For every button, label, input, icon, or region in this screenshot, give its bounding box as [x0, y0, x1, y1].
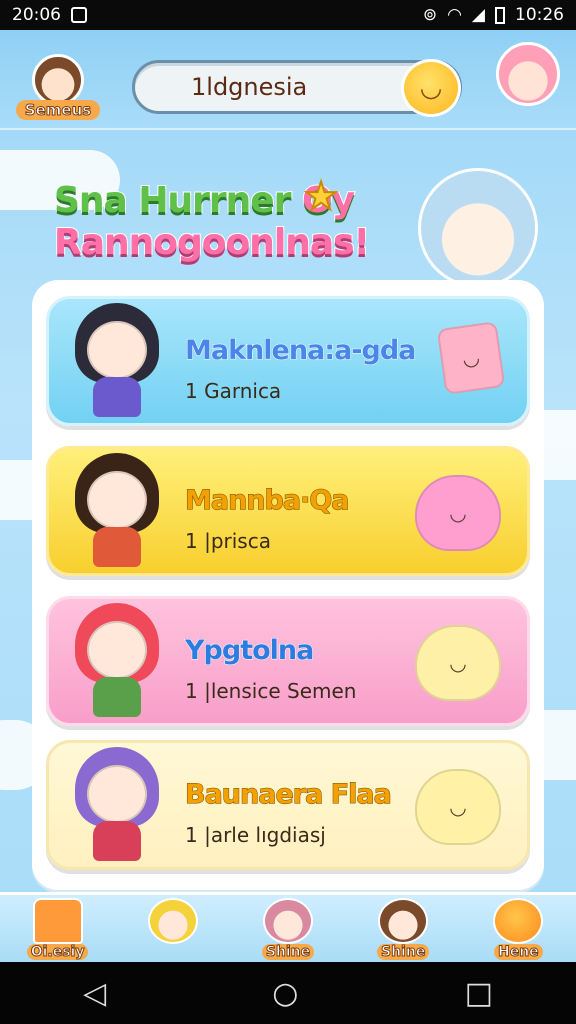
character-portrait [65, 733, 165, 863]
profile-avatar-button[interactable]: Semeus [16, 44, 100, 120]
wifi-icon: ◠ [447, 5, 462, 25]
banner-title-text: Sna Hurrner [53, 179, 292, 222]
character-name: Baunaera Flaa [185, 779, 393, 811]
signal-icon: ◢ [471, 5, 485, 25]
nav-home[interactable]: Oi.esiy [18, 896, 98, 962]
friend-avatar-button[interactable] [496, 42, 560, 106]
character-face [87, 765, 147, 823]
character-list-panel: Maknlena:a-gda 1 Garnica ◡ Mannba·Qa 1 |… [32, 280, 544, 890]
character-card[interactable]: Ypgtolna 1 |lensice Semen ◡ [46, 596, 530, 726]
search-text: 1ldgnesia [191, 73, 308, 101]
orange-icon [493, 897, 544, 944]
home-icon [32, 897, 83, 944]
character-outfit [93, 677, 141, 717]
system-nav-bar: ◁ ○ □ [0, 962, 576, 1024]
status-time: 20:06 [12, 5, 61, 25]
nav-label: Shine [261, 943, 315, 960]
character-name: Mannba·Qa [185, 485, 351, 517]
character-portrait [65, 289, 165, 419]
star-icon: ★ [303, 173, 339, 219]
mascot-character [418, 168, 538, 288]
yellow-slime-pet-icon: ◡ [415, 769, 501, 845]
character-subtitle: 1 |lensice Semen [185, 679, 357, 703]
character-card[interactable]: Mannba·Qa 1 |prisca ◡ [46, 446, 530, 576]
character-card[interactable]: Maknlena:a-gda 1 Garnica ◡ [46, 296, 530, 426]
profile-label: Semeus [16, 100, 100, 120]
character-outfit [93, 821, 141, 861]
cat-slime-pet-icon: ◡ [415, 625, 501, 701]
nav-label: Shine [377, 943, 430, 960]
notification-icon [71, 7, 87, 23]
battery-icon [495, 6, 505, 24]
character-outfit [93, 377, 141, 417]
nav-hene[interactable]: Hene [478, 896, 558, 962]
character-name: Maknlena:a-gda [184, 335, 416, 367]
avatar-icon [262, 897, 313, 944]
app-screen: Semeus 1ldgnesia ◡ Sna Hurrner Oy Rannog… [0, 30, 576, 962]
status-bar: 20:06 ⊚ ◠ ◢ 10:26 [0, 0, 576, 30]
character-face [87, 621, 147, 679]
top-bar: Semeus 1ldgnesia ◡ [0, 30, 576, 130]
avatar-icon [378, 897, 429, 944]
nav-shine-2[interactable]: Shine [363, 896, 443, 962]
nav-label: Hene [494, 943, 543, 960]
nav-character[interactable] [133, 896, 213, 962]
notebook-pet-icon: ◡ [436, 321, 506, 395]
character-subtitle: 1 Garnica [185, 379, 282, 403]
avatar-face [32, 54, 84, 106]
back-icon[interactable]: ◁ [83, 976, 106, 1011]
character-subtitle: 1 |arle lıgdiasj [185, 823, 326, 847]
home-circle-icon[interactable]: ○ [272, 976, 298, 1011]
bottom-nav: Oi.esiy Shine Shine Hene [0, 892, 576, 962]
banner-title-line2: Rannogoonlnas! [53, 221, 371, 264]
nfc-icon: ⊚ [422, 5, 438, 25]
title-banner: Sna Hurrner Oy Rannogoonlnas! ★ [53, 173, 424, 264]
nav-label: Oi.esiy [26, 943, 89, 960]
status-time-right: 10:26 [515, 5, 564, 25]
character-outfit [93, 527, 141, 567]
recents-icon[interactable]: □ [465, 976, 493, 1011]
orange-mascot-icon[interactable]: ◡ [401, 59, 461, 117]
character-subtitle: 1 |prisca [185, 529, 271, 553]
character-icon [147, 897, 198, 944]
character-card[interactable]: Baunaera Flaa 1 |arle lıgdiasj ◡ [46, 740, 530, 870]
character-face [87, 321, 147, 379]
nav-shine-1[interactable]: Shine [248, 896, 328, 962]
character-portrait [65, 439, 165, 569]
pink-slime-pet-icon: ◡ [415, 475, 501, 551]
banner-title-line1: Sna Hurrner Oy [53, 179, 424, 222]
character-portrait [65, 589, 165, 719]
character-face [87, 471, 147, 529]
character-name: Ypgtolna [184, 635, 314, 667]
search-bar[interactable]: 1ldgnesia ◡ [132, 59, 462, 117]
